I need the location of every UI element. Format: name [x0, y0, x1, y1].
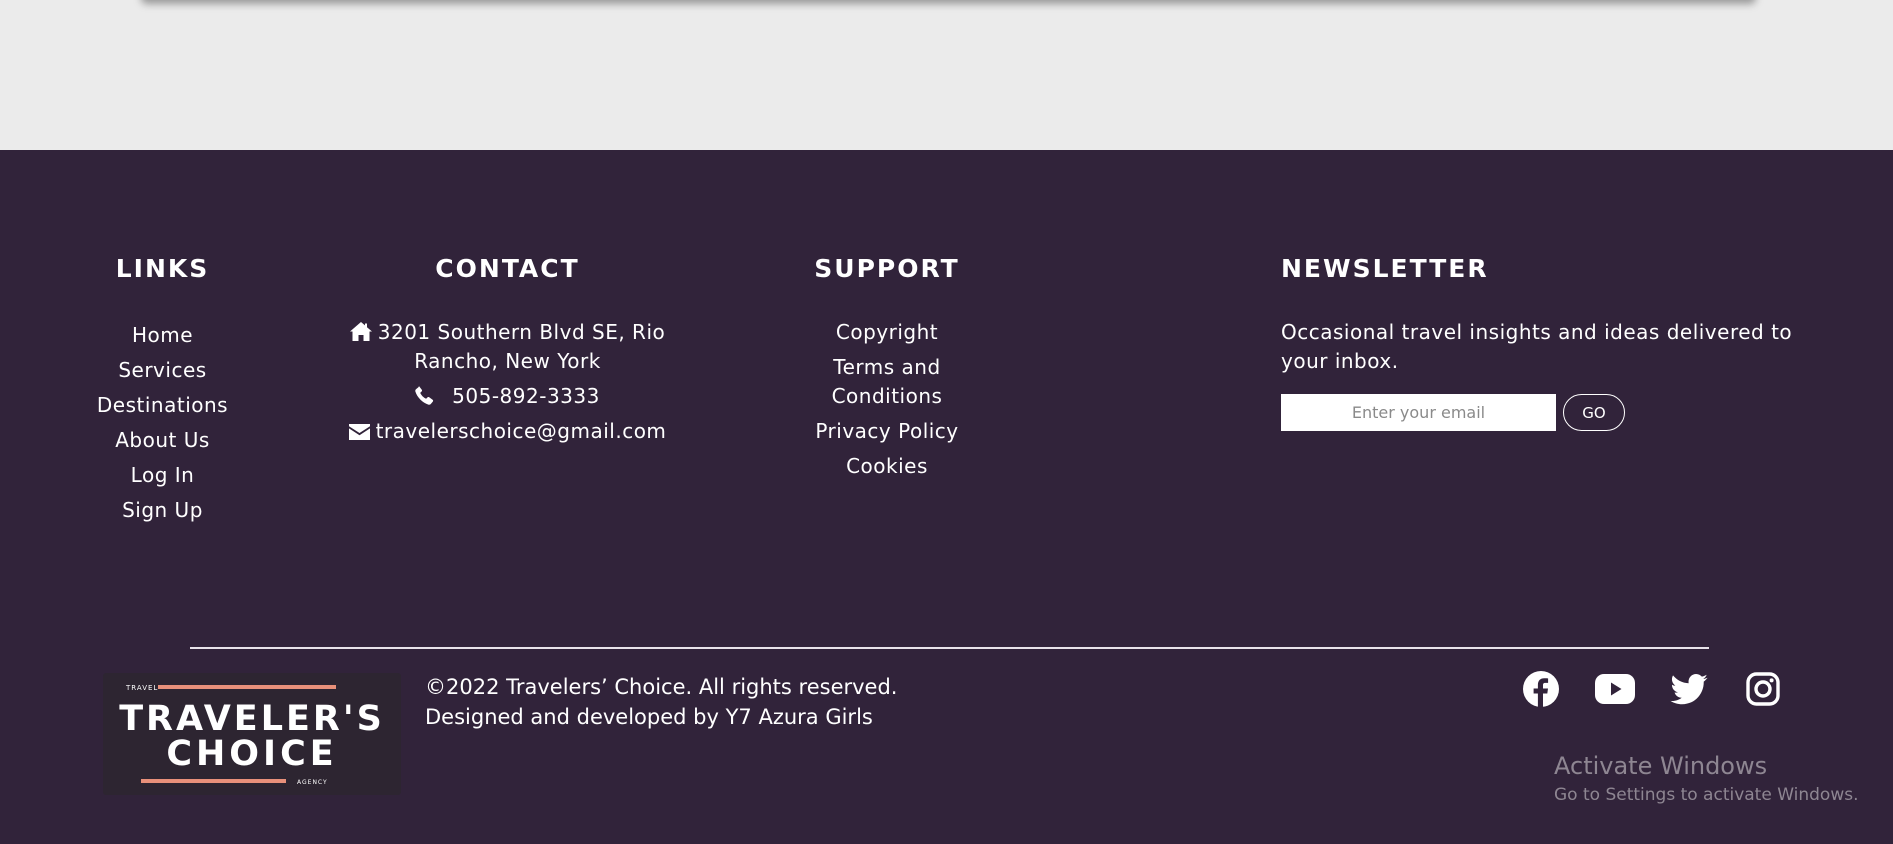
- travelers-choice-logo[interactable]: TRAVEL TRAVELER'S CHOICE AGENCY: [103, 673, 401, 795]
- address-line-1: 3201 Southern Blvd SE, Rio: [377, 320, 666, 344]
- watermark-title: Activate Windows: [1554, 752, 1768, 780]
- logo-small-top: TRAVEL: [125, 684, 158, 692]
- contact-address: 3201 Southern Blvd SE, Rio Rancho, New Y…: [340, 318, 675, 376]
- contact-column: CONTACT 3201 Southern Blvd SE, Rio Ranch…: [340, 150, 675, 452]
- newsletter-description: Occasional travel insights and ideas del…: [1281, 320, 1793, 373]
- credits-text: Designed and developed by Y7 Azura Girls: [425, 705, 873, 729]
- windows-activation-watermark: Activate Windows Go to Settings to activ…: [1554, 750, 1859, 808]
- support-link-cookies[interactable]: Cookies: [800, 452, 974, 481]
- support-title: SUPPORT: [814, 254, 960, 283]
- social-links: [1521, 669, 1817, 709]
- logo-line-1: TRAVELER'S: [119, 699, 385, 739]
- newsletter-form: GO: [1281, 394, 1801, 431]
- support-link-privacy[interactable]: Privacy Policy: [800, 417, 974, 446]
- copyright-block: ©2022 Travelers’ Choice. All rights rese…: [425, 672, 897, 732]
- facebook-icon[interactable]: [1521, 669, 1561, 709]
- footer-divider: [190, 647, 1709, 649]
- footer-link-about-us[interactable]: About Us: [60, 423, 265, 458]
- footer-link-home[interactable]: Home: [60, 318, 265, 353]
- copyright-text: ©2022 Travelers’ Choice. All rights rese…: [425, 675, 898, 699]
- logo-line-2: CHOICE: [166, 734, 337, 774]
- newsletter-go-button[interactable]: GO: [1563, 394, 1625, 431]
- address-line-2: Rancho, New York: [414, 349, 601, 373]
- footer-link-services[interactable]: Services: [60, 353, 265, 388]
- support-link-copyright[interactable]: Copyright: [800, 318, 974, 347]
- envelope-icon: [348, 424, 370, 440]
- twitter-icon[interactable]: [1669, 669, 1709, 709]
- logo-small-bottom: AGENCY: [297, 779, 328, 786]
- contact-phone: 505-892-3333: [340, 382, 675, 411]
- footer-link-log-in[interactable]: Log In: [60, 458, 265, 493]
- footer-link-sign-up[interactable]: Sign Up: [60, 493, 265, 528]
- site-footer: LINKS Home Services Destinations About U…: [0, 150, 1893, 844]
- home-icon: [349, 322, 372, 341]
- youtube-icon[interactable]: [1595, 669, 1635, 709]
- support-column: SUPPORT Copyright Terms and Conditions P…: [800, 150, 974, 487]
- phone-number[interactable]: 505-892-3333: [452, 384, 600, 408]
- links-column: LINKS Home Services Destinations About U…: [60, 150, 265, 528]
- footer-link-destinations[interactable]: Destinations: [60, 388, 265, 423]
- email-address[interactable]: travelerschoice@gmail.com: [376, 419, 667, 443]
- newsletter-column: NEWSLETTER Occasional travel insights an…: [1281, 150, 1801, 431]
- contact-email: travelerschoice@gmail.com: [340, 417, 675, 446]
- newsletter-email-input[interactable]: [1281, 394, 1556, 431]
- page-top-area: [0, 0, 1893, 150]
- watermark-subtitle: Go to Settings to activate Windows.: [1554, 785, 1859, 805]
- instagram-icon[interactable]: [1743, 669, 1783, 709]
- support-link-terms[interactable]: Terms and Conditions: [800, 353, 974, 411]
- links-title: LINKS: [115, 254, 210, 283]
- newsletter-title: NEWSLETTER: [1281, 254, 1489, 283]
- phone-icon: [415, 386, 434, 405]
- contact-title: CONTACT: [435, 254, 580, 283]
